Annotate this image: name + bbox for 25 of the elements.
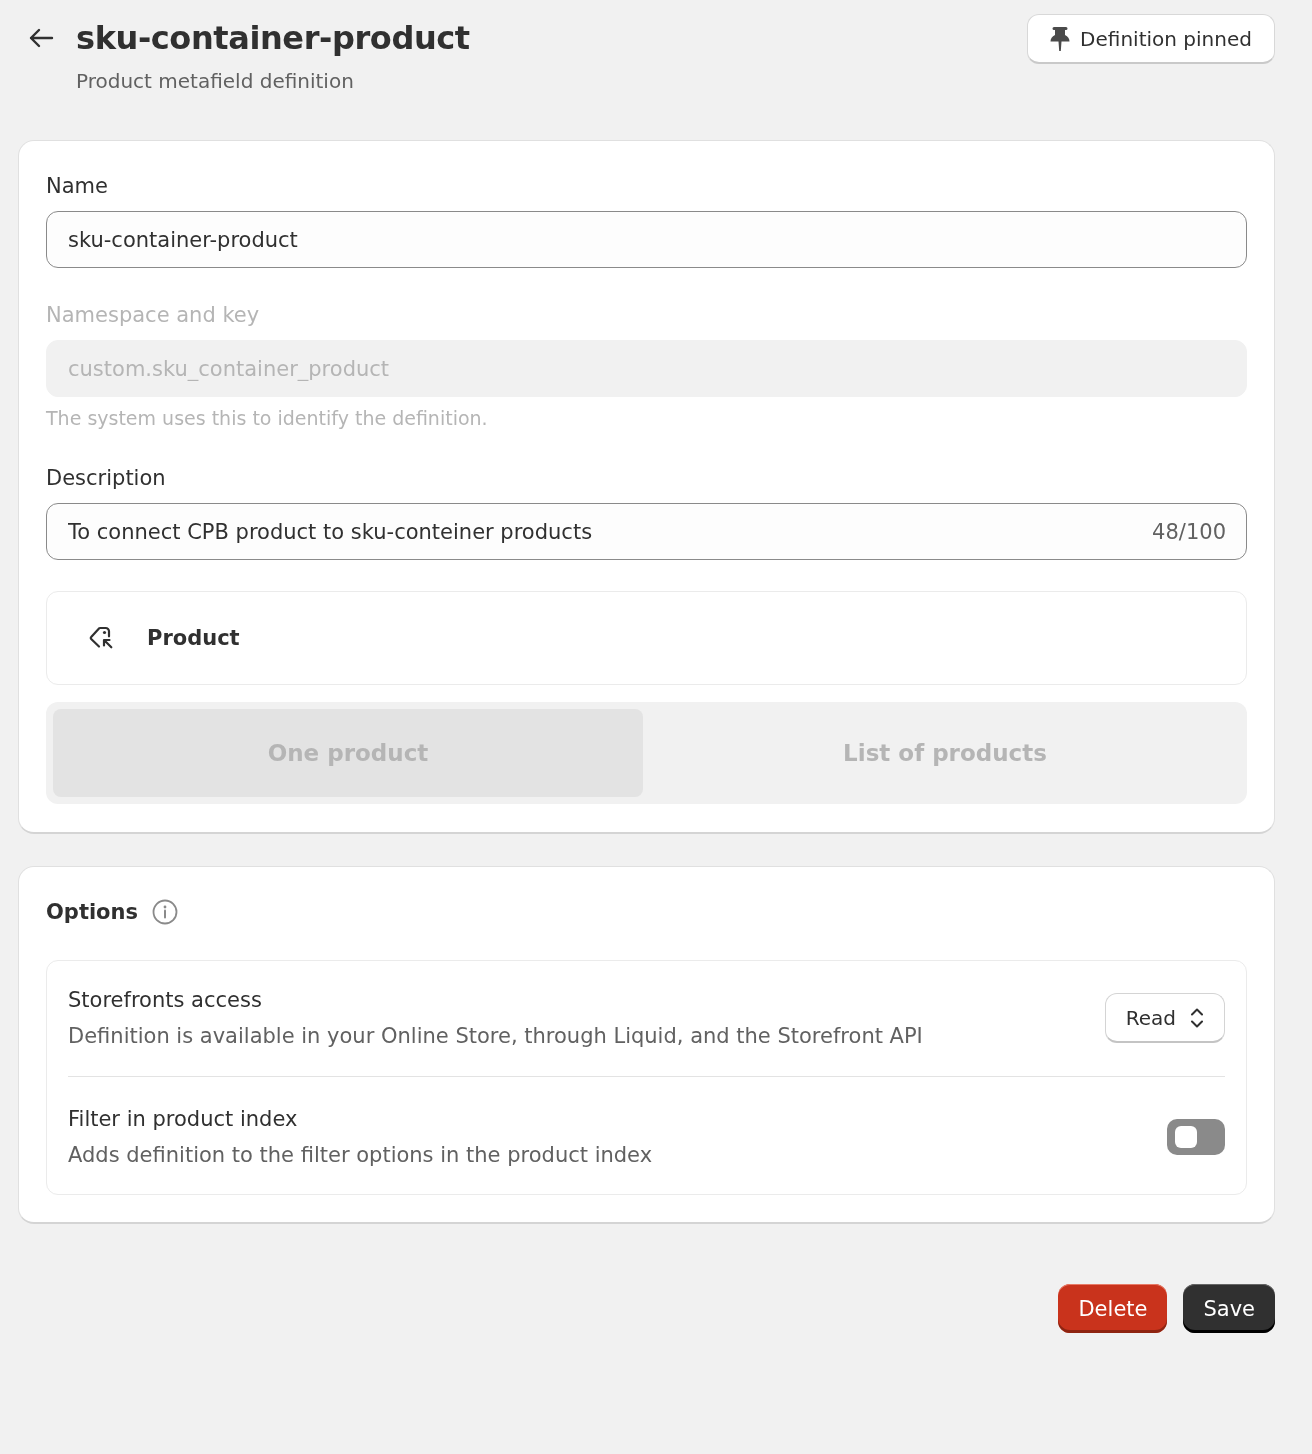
option-description: Definition is available in your Online Store, through Liquid, and the Storefront API — [68, 1023, 923, 1050]
help-text: The system uses this to identify the definition. — [46, 406, 489, 431]
character-counter: 48/100 — [1152, 519, 1226, 544]
info-icon[interactable] — [152, 899, 178, 925]
tag-cursor-icon — [88, 625, 114, 651]
option-title: Filter in product index — [68, 1106, 299, 1133]
delete-button[interactable]: Delete — [1058, 1284, 1168, 1333]
toggle-switch[interactable] — [1167, 1119, 1225, 1155]
access-select[interactable]: Read — [1104, 993, 1225, 1043]
chevron-up-down-icon — [1190, 1006, 1204, 1029]
option-title: Storefronts access — [68, 987, 263, 1014]
field-label: Description — [46, 465, 167, 492]
back-arrow-icon — [28, 28, 54, 48]
option-description: Adds definition to the filter options in the product index — [68, 1142, 653, 1169]
save-button[interactable]: Save — [1183, 1284, 1275, 1333]
field-label: Name — [46, 173, 109, 200]
definition-pinned-button[interactable]: Definition pinned — [1027, 14, 1275, 64]
page-subtitle: Product metafield definition — [76, 68, 355, 94]
pin-icon — [1050, 25, 1071, 52]
back-button[interactable] — [28, 28, 54, 48]
field-label: Namespace and key — [46, 302, 261, 329]
page-title: sku-container-product — [76, 18, 470, 59]
type-label: Product — [147, 626, 240, 650]
name-field[interactable]: sku-container-product — [46, 211, 1247, 268]
options-title: Options — [46, 899, 138, 926]
